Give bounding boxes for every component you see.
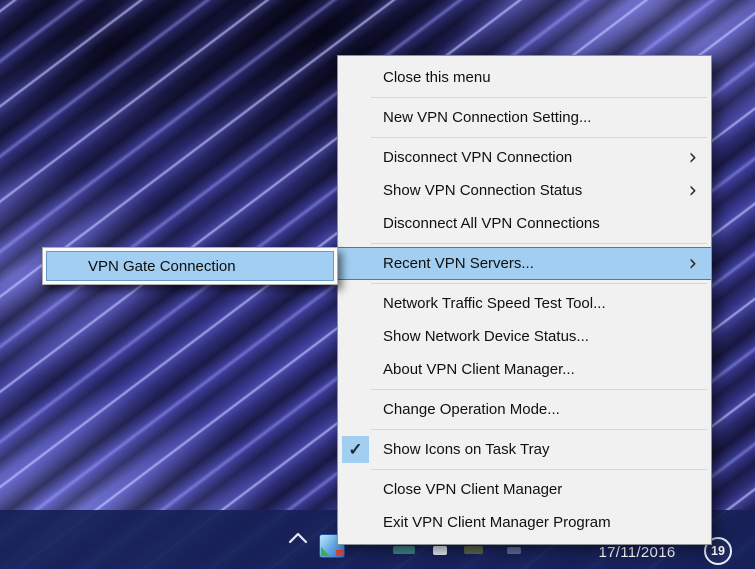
menu-item-recent-vpn-servers[interactable]: Recent VPN Servers... › xyxy=(338,247,711,280)
submenu-arrow-icon: › xyxy=(688,176,697,204)
notification-count: 19 xyxy=(711,544,725,558)
menu-separator xyxy=(371,97,707,98)
taskbar-date[interactable]: 17/11/2016 xyxy=(591,544,683,561)
menu-item-disconnect-vpn-connection[interactable]: Disconnect VPN Connection › xyxy=(338,141,711,174)
submenu-arrow-icon: › xyxy=(688,143,697,171)
recent-vpn-servers-submenu: VPN Gate Connection xyxy=(42,247,338,285)
tray-icon-sliver[interactable] xyxy=(464,546,483,554)
menu-item-show-icons-on-task-tray[interactable]: ✓ Show Icons on Task Tray xyxy=(338,433,711,466)
menu-item-show-vpn-connection-status[interactable]: Show VPN Connection Status › xyxy=(338,174,711,207)
tray-icon-sliver[interactable] xyxy=(393,546,415,554)
menu-item-close-this-menu[interactable]: Close this menu xyxy=(338,61,711,94)
checkmark-icon: ✓ xyxy=(342,436,369,463)
vpn-tray-context-menu: Close this menu New VPN Connection Setti… xyxy=(337,55,712,545)
menu-item-network-traffic-speed-test-tool[interactable]: Network Traffic Speed Test Tool... xyxy=(338,287,711,320)
menu-item-change-operation-mode[interactable]: Change Operation Mode... xyxy=(338,393,711,426)
menu-separator xyxy=(371,389,707,390)
green-arrow-icon xyxy=(321,547,330,556)
submenu-item-vpn-gate-connection[interactable]: VPN Gate Connection xyxy=(46,251,334,281)
desktop: 17/11/2016 19 Close this menu New VPN Co… xyxy=(0,0,755,569)
tray-icon-sliver[interactable] xyxy=(507,547,521,554)
menu-item-disconnect-all-vpn-connections[interactable]: Disconnect All VPN Connections xyxy=(338,207,711,240)
menu-item-exit-vpn-client-manager-program[interactable]: Exit VPN Client Manager Program xyxy=(338,506,711,539)
menu-item-close-vpn-client-manager[interactable]: Close VPN Client Manager xyxy=(338,473,711,506)
menu-separator xyxy=(371,243,707,244)
tray-expand-chevron-icon[interactable] xyxy=(286,529,310,552)
menu-separator xyxy=(371,469,707,470)
menu-item-new-vpn-connection-setting[interactable]: New VPN Connection Setting... xyxy=(338,101,711,134)
submenu-arrow-icon: › xyxy=(688,249,697,277)
menu-separator xyxy=(371,429,707,430)
menu-item-show-network-device-status[interactable]: Show Network Device Status... xyxy=(338,320,711,353)
red-dot-icon xyxy=(336,550,343,556)
menu-item-about-vpn-client-manager[interactable]: About VPN Client Manager... xyxy=(338,353,711,386)
menu-separator xyxy=(371,283,707,284)
tray-icon-sliver[interactable] xyxy=(433,546,447,555)
menu-separator xyxy=(371,137,707,138)
